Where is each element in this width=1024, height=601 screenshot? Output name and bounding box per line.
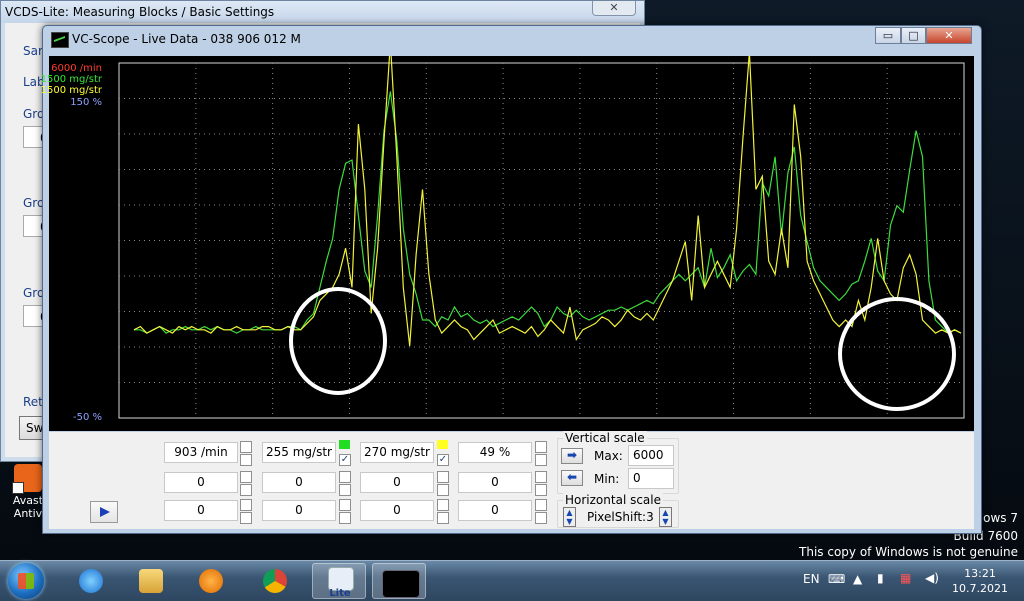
folder-icon <box>139 569 163 593</box>
checkbox-r2-4a[interactable] <box>535 471 547 483</box>
internet-explorer-icon <box>79 569 103 593</box>
value-yellow: 270 mg/str <box>360 442 434 463</box>
value-r3-4: 0 <box>458 500 532 521</box>
language-indicator[interactable]: EN <box>803 572 820 586</box>
network-icon[interactable]: ▦ <box>900 571 911 585</box>
yellow-swatch <box>437 440 448 449</box>
checkbox-r2-1a[interactable] <box>240 471 252 483</box>
checkbox-percent-top[interactable] <box>535 441 547 453</box>
value-percent: 49 % <box>458 442 532 463</box>
vc-scope-title: VC-Scope - Live Data - 038 906 012 M <box>72 32 301 46</box>
value-r3-2: 0 <box>262 500 336 521</box>
pixelshift-up-arrow-icon[interactable]: ▲ ▼ <box>659 507 672 527</box>
annotation-circle-left <box>289 287 387 395</box>
volume-icon[interactable]: ◀) <box>925 571 939 585</box>
checkbox-yellow[interactable]: ✓ <box>437 454 449 466</box>
checkbox-rpm-top[interactable] <box>240 441 252 453</box>
value-r2-2: 0 <box>262 472 336 493</box>
horizontal-scale-title: Horizontal scale <box>563 493 664 507</box>
checkbox-r2-2a[interactable] <box>339 471 351 483</box>
start-button[interactable] <box>8 563 44 599</box>
watermark-genuine: This copy of Windows is not genuine <box>799 545 1018 559</box>
measuring-blocks-title: VCDS-Lite: Measuring Blocks / Basic Sett… <box>5 5 275 19</box>
checkbox-r3-2a[interactable] <box>339 499 351 511</box>
chrome-icon <box>263 569 287 593</box>
sample-label: Sar <box>23 44 43 58</box>
checkbox-r3-4b[interactable] <box>535 512 547 524</box>
checkbox-percent[interactable] <box>535 454 547 466</box>
pixelshift-down-arrow-icon[interactable]: ▲ ▼ <box>563 507 576 527</box>
taskbar: Lite EN ⌨ ▲ ▮ ▦ ◀) 13:21 10.7.2021 <box>0 560 1024 601</box>
min-input[interactable]: 0 <box>628 468 674 489</box>
keyboard-icon[interactable]: ⌨ <box>828 572 845 586</box>
max-input[interactable]: 6000 <box>628 445 674 466</box>
value-r2-4: 0 <box>458 472 532 493</box>
taskbar-ie[interactable] <box>64 563 118 599</box>
annotation-circle-right <box>838 297 956 411</box>
checkbox-r2-3b[interactable] <box>437 484 449 496</box>
close-button[interactable]: ✕ <box>926 27 972 44</box>
checkbox-r3-3a[interactable] <box>437 499 449 511</box>
vcds-lite-label: Lite <box>329 588 351 599</box>
clock-date: 10.7.2021 <box>952 582 1008 595</box>
plot-frame <box>118 62 965 419</box>
refresh-label: Ret <box>23 395 43 409</box>
value-rpm: 903 /min <box>164 442 238 463</box>
max-label: Max: <box>594 449 623 463</box>
avast-icon <box>12 464 42 494</box>
taskbar-explorer[interactable] <box>124 563 178 599</box>
series-line-1 <box>134 91 962 334</box>
scope-thumbnail-icon <box>382 570 420 598</box>
checkbox-rpm[interactable] <box>240 454 252 466</box>
plot-area <box>118 56 965 419</box>
scope-app-icon <box>51 32 69 48</box>
taskbar-scope[interactable] <box>372 563 426 599</box>
value-r3-1: 0 <box>164 500 238 521</box>
taskbar-chrome[interactable] <box>248 563 302 599</box>
maximize-button[interactable]: □ <box>901 27 926 44</box>
checkbox-green[interactable]: ✓ <box>339 454 351 466</box>
battery-icon[interactable]: ▮ <box>877 571 884 585</box>
clock[interactable]: 13:21 10.7.2021 <box>945 566 1015 596</box>
checkbox-r3-2b[interactable] <box>339 512 351 524</box>
value-r2-3: 0 <box>360 472 434 493</box>
clock-time: 13:21 <box>964 567 996 580</box>
show-hidden-icons-icon[interactable]: ▲ <box>853 572 862 586</box>
checkbox-r2-2b[interactable] <box>339 484 351 496</box>
scale-up-arrow-icon[interactable]: ➡ <box>561 448 583 464</box>
scope-plot[interactable]: 6000 /min 1500 mg/str 1500 mg/str 150 % … <box>41 56 974 431</box>
measuring-blocks-titlebar[interactable]: VCDS-Lite: Measuring Blocks / Basic Sett… <box>1 1 644 23</box>
value-green: 255 mg/str <box>262 442 336 463</box>
checkbox-r3-3b[interactable] <box>437 512 449 524</box>
value-r3-3: 0 <box>360 500 434 521</box>
media-player-icon <box>199 569 223 593</box>
pixelshift-value: PixelShift:3 <box>587 510 654 524</box>
checkbox-r3-1b[interactable] <box>240 512 252 524</box>
scope-controls: 903 /min 255 mg/str ✓ 270 mg/str ✓ 49 % … <box>49 431 974 529</box>
checkbox-r3-1a[interactable] <box>240 499 252 511</box>
min-label: Min: <box>594 472 620 486</box>
vc-scope-window[interactable]: VC-Scope - Live Data - 038 906 012 M ▭ □… <box>41 25 982 534</box>
checkbox-r2-3a[interactable] <box>437 471 449 483</box>
measuring-blocks-close-button[interactable]: ✕ <box>592 1 636 16</box>
minimize-button[interactable]: ▭ <box>875 27 901 44</box>
vertical-scale-title: Vertical scale <box>563 431 647 445</box>
play-button[interactable] <box>90 501 118 523</box>
value-r2-1: 0 <box>164 472 238 493</box>
scale-down-arrow-icon[interactable]: ⬅ <box>561 470 583 486</box>
green-swatch <box>339 440 350 449</box>
checkbox-r2-4b[interactable] <box>535 484 547 496</box>
vc-scope-titlebar[interactable]: VC-Scope - Live Data - 038 906 012 M ▭ □… <box>43 26 981 54</box>
series-line-2 <box>133 56 962 347</box>
checkbox-r2-1b[interactable] <box>240 484 252 496</box>
checkbox-r3-4a[interactable] <box>535 499 547 511</box>
taskbar-media[interactable] <box>184 563 238 599</box>
taskbar-vcds[interactable]: Lite <box>312 563 366 599</box>
